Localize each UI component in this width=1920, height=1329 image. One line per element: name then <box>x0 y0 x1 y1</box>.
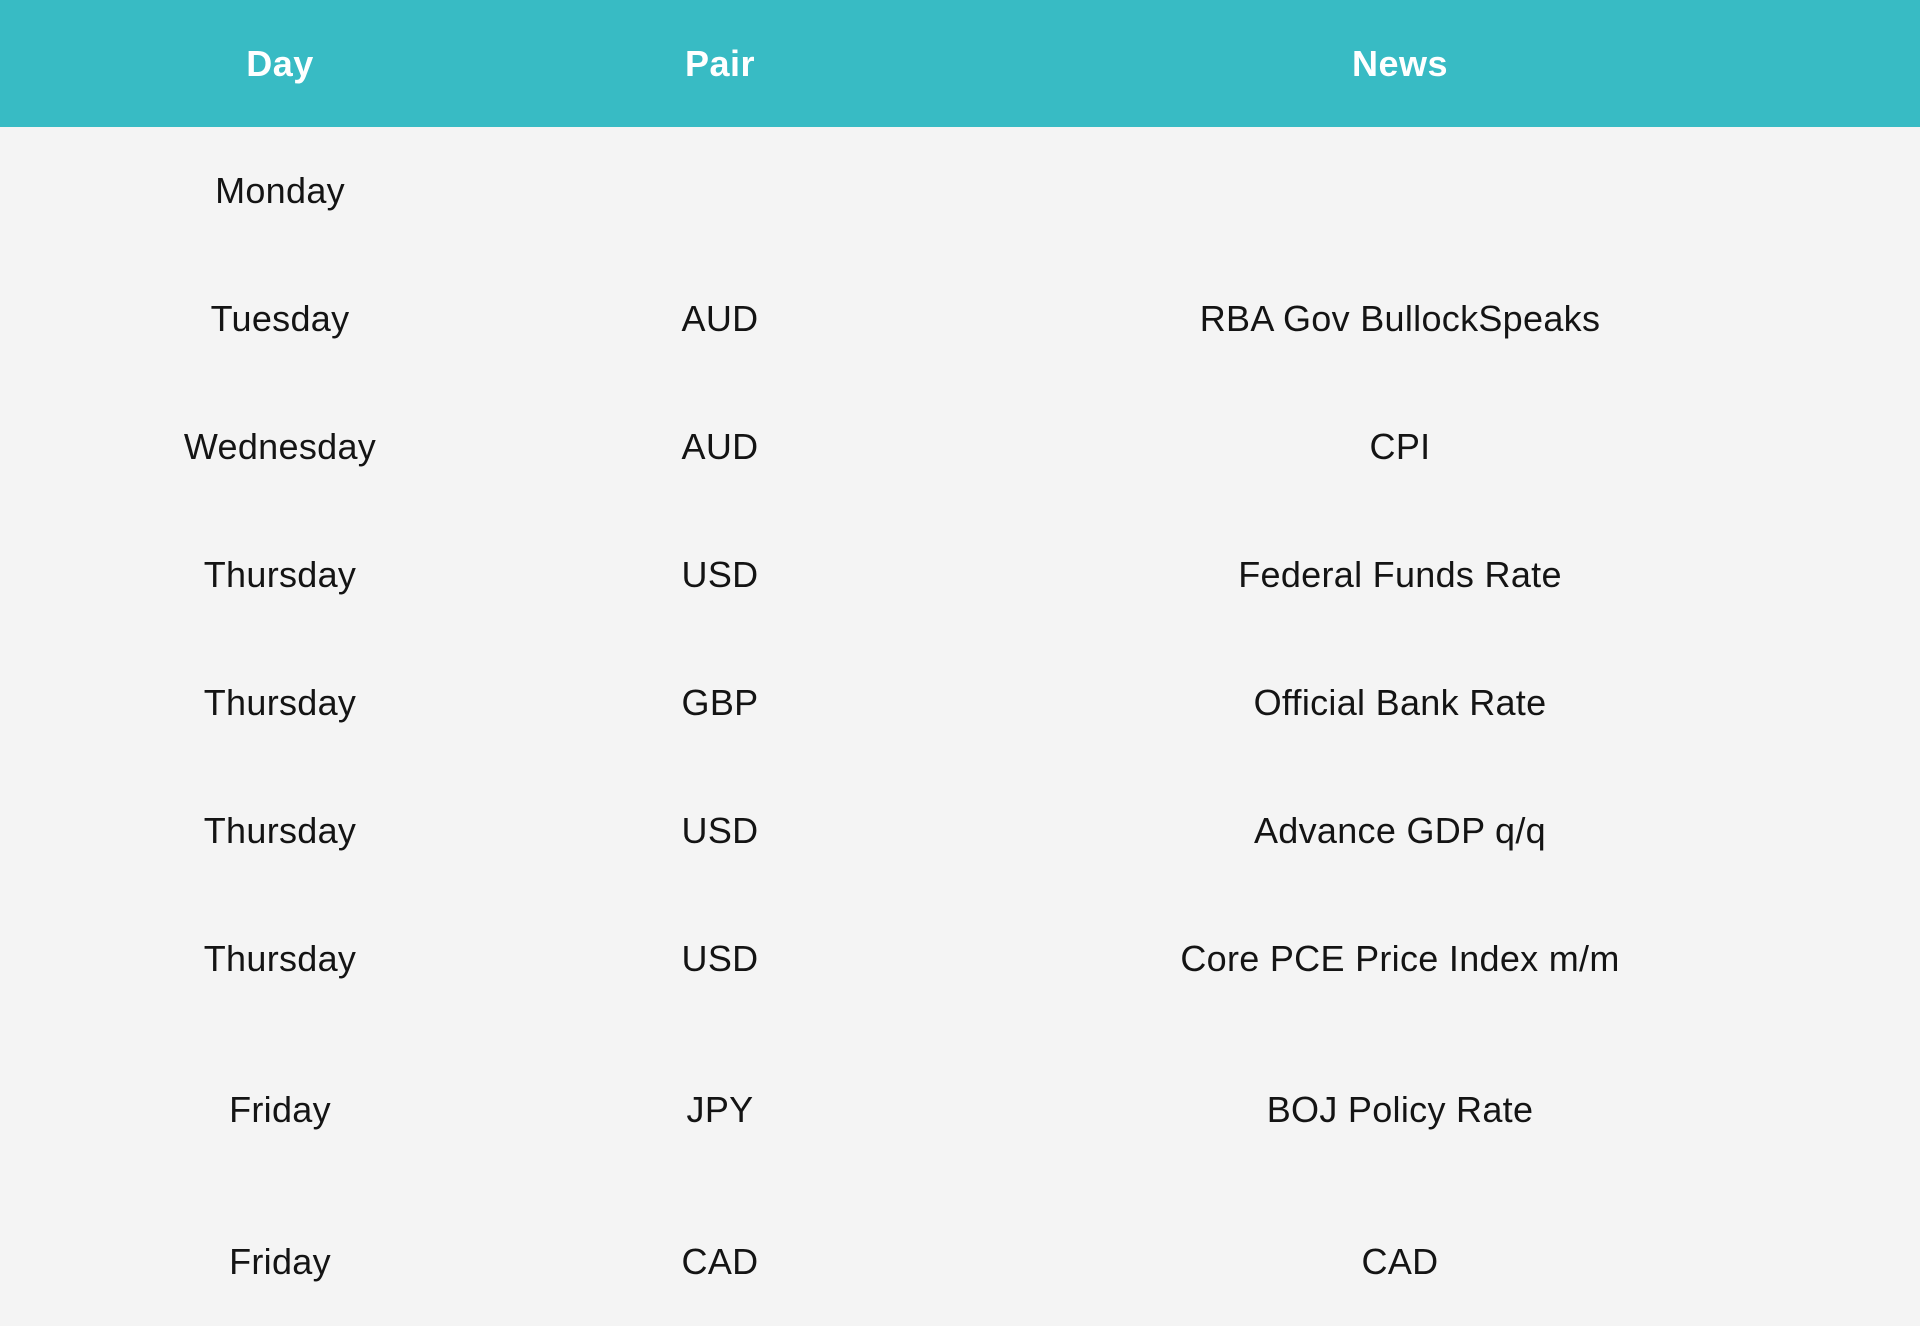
table-row: Thursday USD Core PCE Price Index m/m <box>0 895 1920 1023</box>
header-pair: Pair <box>684 43 756 84</box>
cell-pair: USD <box>681 810 759 851</box>
cell-day: Wednesday <box>183 426 377 467</box>
table-header: Day Pair News <box>0 0 1920 127</box>
header-news: News <box>1351 43 1449 84</box>
cell-pair: JPY <box>686 1089 754 1130</box>
cell-pair: USD <box>681 554 759 595</box>
header-day: Day <box>246 43 314 84</box>
cell-news: CAD <box>1361 1240 1439 1282</box>
cell-news: Core PCE Price Index m/m <box>1180 938 1620 979</box>
table-row: Thursday GBP Official Bank Rate <box>0 639 1920 767</box>
cell-pair <box>560 127 880 255</box>
cell-pair: CAD <box>681 1240 759 1282</box>
cell-pair: AUD <box>681 426 759 467</box>
cell-pair: AUD <box>681 298 759 339</box>
cell-news: Advance GDP q/q <box>1253 810 1546 851</box>
table-row: Friday JPY BOJ Policy Rate <box>0 1023 1920 1197</box>
cell-news: Official Bank Rate <box>1253 682 1547 723</box>
cell-day: Thursday <box>203 810 357 851</box>
cell-news: CPI <box>1369 426 1431 467</box>
cell-day: Thursday <box>203 682 357 723</box>
cell-news: Federal Funds Rate <box>1238 554 1562 595</box>
cell-news: BOJ Policy Rate <box>1266 1089 1534 1130</box>
cell-day: Tuesday <box>210 298 350 339</box>
cell-pair: USD <box>681 938 759 979</box>
news-calendar-table: Day Pair News Monday Tuesday AUD RBA Gov… <box>0 0 1920 1326</box>
table-row: Thursday USD Advance GDP q/q <box>0 767 1920 895</box>
cell-news: RBA Gov BullockSpeaks <box>1199 298 1601 339</box>
cell-day: Friday <box>229 1089 331 1130</box>
cell-day: Thursday <box>203 554 357 595</box>
table-row: Friday CAD CAD <box>0 1197 1920 1326</box>
table-row: Monday <box>0 127 1920 255</box>
table-row: Thursday USD Federal Funds Rate <box>0 511 1920 639</box>
cell-pair: GBP <box>681 682 759 723</box>
cell-day: Friday <box>229 1240 331 1282</box>
cell-day: Monday <box>215 170 345 211</box>
cell-day: Thursday <box>203 938 357 979</box>
table-row: Wednesday AUD CPI <box>0 383 1920 511</box>
cell-news <box>880 127 1920 255</box>
table-row: Tuesday AUD RBA Gov BullockSpeaks <box>0 255 1920 383</box>
